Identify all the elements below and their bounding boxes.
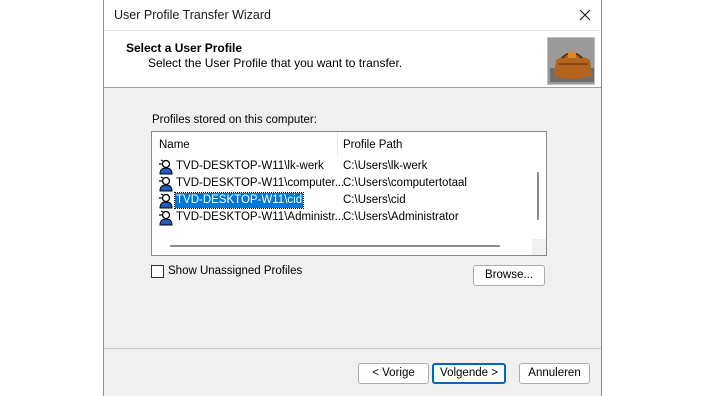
scrollbar-corner [532,239,546,255]
profile-name: TVD-DESKTOP-W11\computer... [176,177,345,189]
close-icon [579,9,591,21]
profile-name: TVD-DESKTOP-W11\lk-werk [176,160,324,172]
next-button[interactable]: Volgende > [432,363,506,384]
horizontal-scroll-thumb[interactable] [170,245,500,247]
column-profile-path[interactable]: Profile Path [343,139,402,151]
profile-path: C:\Users\Administrator [343,211,459,223]
title-bar[interactable]: User Profile Transfer Wizard [104,0,601,31]
table-row[interactable]: TVD-DESKTOP-W11\computer... C:\Users\com… [152,175,530,192]
user-icon [158,176,174,192]
show-unassigned-checkbox[interactable] [151,265,164,278]
profile-name: TVD-DESKTOP-W11\cid [173,192,305,209]
horizontal-scrollbar[interactable] [152,239,530,255]
header-subtitle: Select the User Profile that you want to… [148,56,403,70]
table-row[interactable]: TVD-DESKTOP-W11\lk-werk C:\Users\lk-werk [152,158,530,175]
profile-path: C:\Users\lk-werk [343,160,428,172]
footer-divider [104,348,601,349]
profiles-list[interactable]: Name Profile Path TVD-DESKTOP-W11\lk-wer… [151,131,547,256]
profile-path: C:\Users\cid [343,194,406,206]
header-title: Select a User Profile [126,41,243,55]
user-icon [158,210,174,226]
wizard-window: User Profile Transfer Wizard Select a Us… [103,0,602,396]
column-name[interactable]: Name [159,139,190,151]
profile-name: TVD-DESKTOP-W11\Administr... [176,211,345,223]
cancel-button[interactable]: Annuleren [519,363,590,384]
wizard-header: Select a User Profile Select the User Pr… [104,31,601,88]
profiles-list-content: Name Profile Path TVD-DESKTOP-W11\lk-wer… [152,132,530,238]
close-button[interactable] [569,0,601,30]
table-row[interactable]: TVD-DESKTOP-W11\Administr... C:\Users\Ad… [152,209,530,226]
vertical-scrollbar[interactable] [532,132,546,238]
column-header: Name Profile Path [152,132,530,158]
back-button[interactable]: < Vorige [358,363,429,384]
table-row-selected[interactable]: TVD-DESKTOP-W11\cid C:\Users\cid [152,192,530,209]
window-title: User Profile Transfer Wizard [114,8,271,22]
show-unassigned-label[interactable]: Show Unassigned Profiles [168,265,302,277]
user-icon [158,159,174,175]
profiles-label: Profiles stored on this computer: [152,114,317,126]
user-icon [158,193,174,209]
vertical-scroll-thumb[interactable] [537,172,539,220]
column-separator[interactable] [337,132,338,156]
browse-button[interactable]: Browse... [473,265,545,286]
suitcase-icon [547,37,595,85]
profile-path: C:\Users\computertotaal [343,177,467,189]
